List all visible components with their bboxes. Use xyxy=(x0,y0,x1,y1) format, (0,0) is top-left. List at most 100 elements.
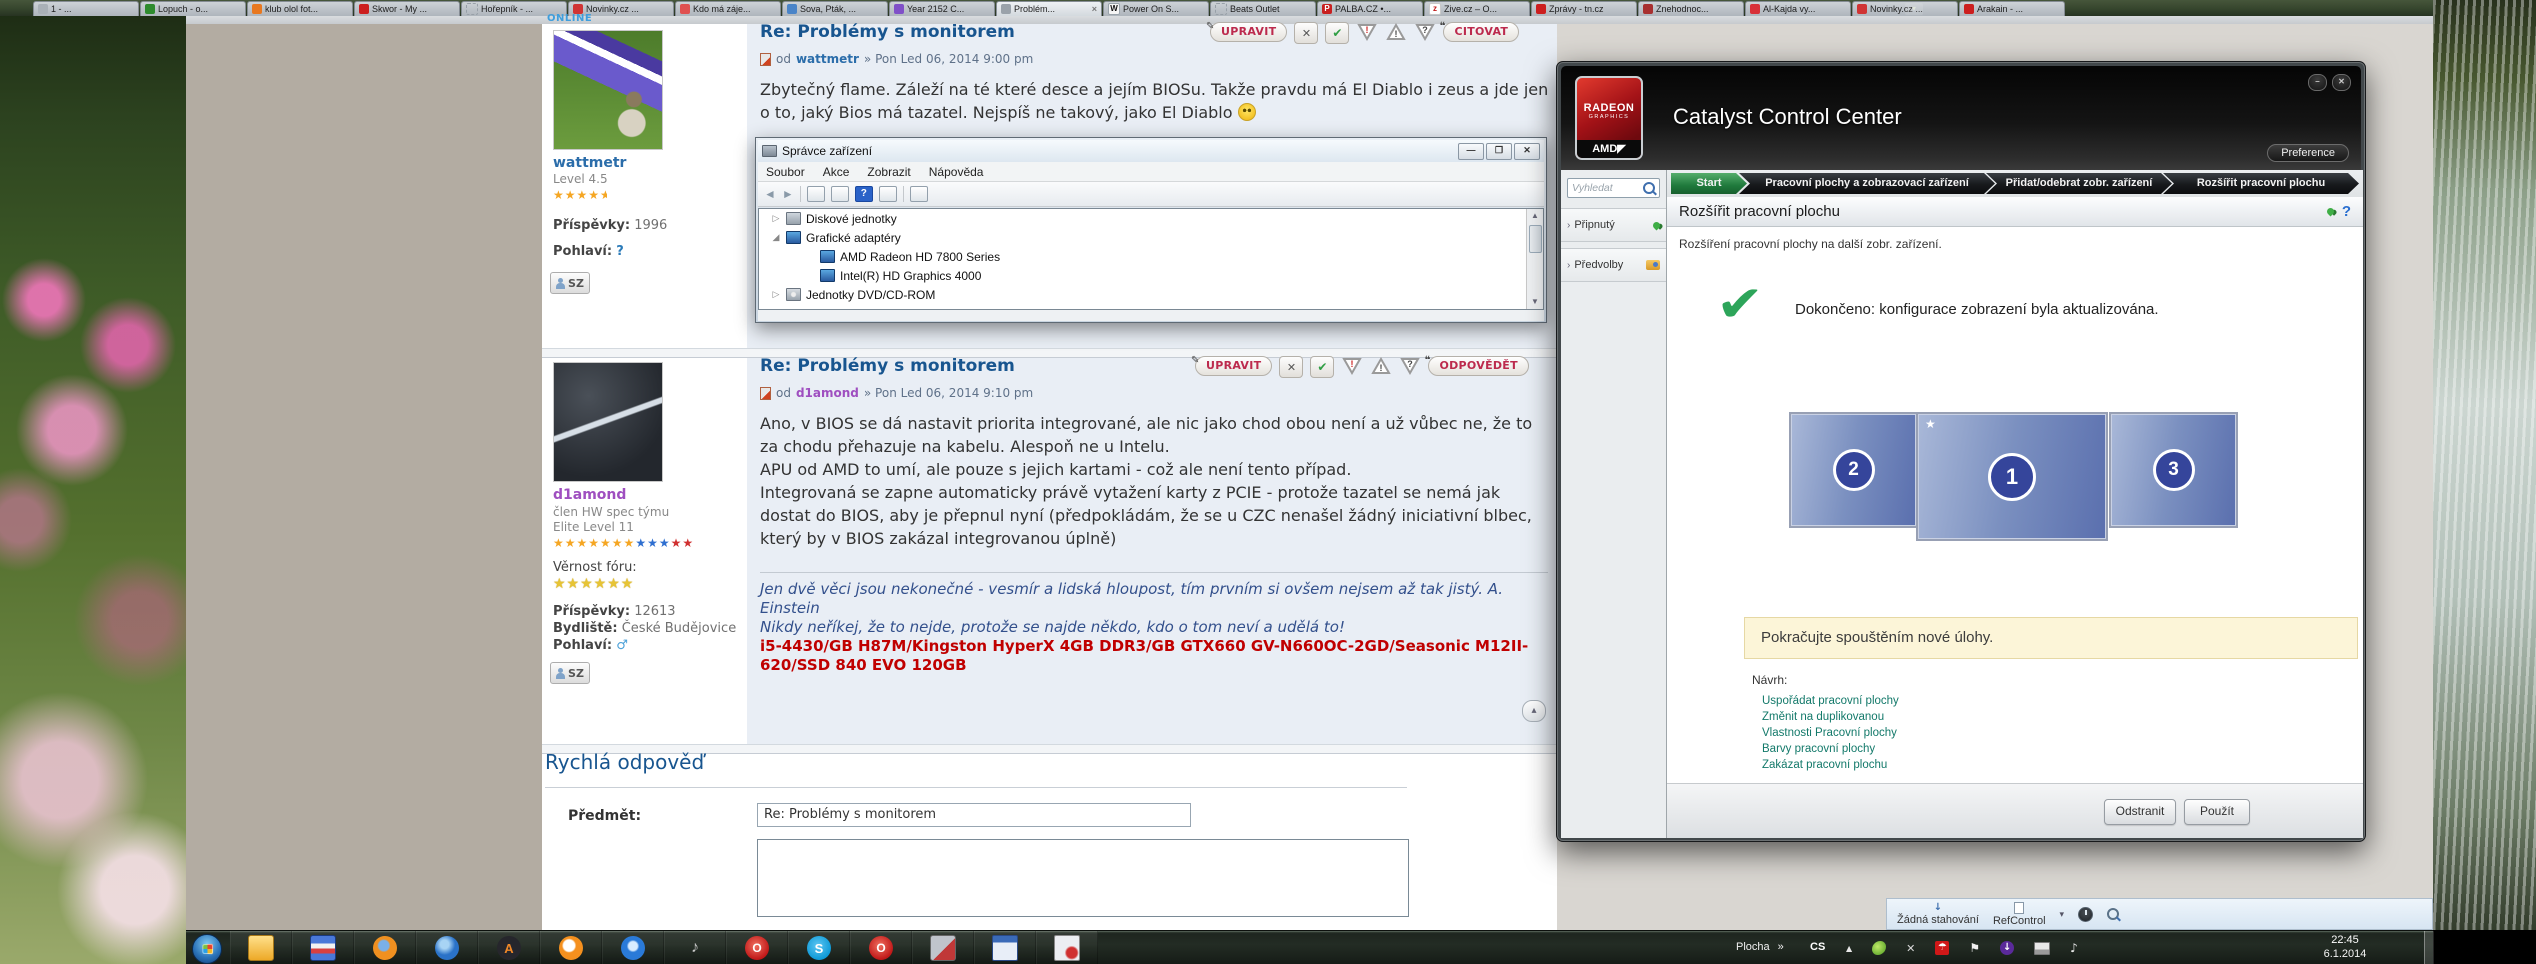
browser-tab[interactable]: 1 - ... xyxy=(33,1,139,16)
edit-button[interactable]: ✎ UPRAVIT xyxy=(1191,355,1273,376)
report-button[interactable]: ! xyxy=(1356,22,1378,42)
browser-tab[interactable]: Znehodnoc... xyxy=(1638,1,1744,16)
sidebar-item-presets[interactable]: › Předvolby xyxy=(1561,248,1666,282)
show-desktop-button[interactable] xyxy=(2424,931,2434,964)
question-button[interactable]: ? xyxy=(1414,22,1436,42)
approve-button[interactable]: ✔ xyxy=(1325,22,1350,44)
breadcrumb-start[interactable]: Start xyxy=(1671,173,1747,194)
reply-with-quote-button[interactable]: ❝ ODPOVĚDĚT xyxy=(1424,355,1529,376)
browser-tab[interactable]: Beats Outlet xyxy=(1210,1,1316,16)
hidden-icons-button[interactable]: ▲ xyxy=(1846,944,1852,953)
browser-tab[interactable]: Arakain - ... xyxy=(1959,1,2065,16)
leaf-icon[interactable] xyxy=(1872,941,1887,955)
suggestion-link[interactable]: Změnit na duplikovanou xyxy=(1762,711,1899,723)
action-center-flag-icon[interactable]: ⚑ xyxy=(1969,941,1980,955)
author-link[interactable]: wattmetr xyxy=(796,52,859,66)
power-addon-icon[interactable] xyxy=(2078,906,2094,922)
device-tree-row[interactable]: ◢ Grafické adaptéry xyxy=(759,228,1543,247)
warn-button[interactable]: ! xyxy=(1385,22,1407,42)
breadcrumb-desktops-displays[interactable]: Pracovní plochy a zobrazovací zařízení xyxy=(1739,173,1995,194)
ccc-header[interactable]: RADEON GRAPHICS AMD◤ Catalyst Control Ce… xyxy=(1561,66,2361,170)
menu-item[interactable]: Nápověda xyxy=(929,165,984,179)
breadcrumb-extend-desktop[interactable]: Rozšířit pracovní plochu xyxy=(2163,173,2359,194)
refcontrol-button[interactable]: RefControl xyxy=(1993,901,2046,927)
browser-tab[interactable]: P PALBA.CZ •... xyxy=(1317,1,1423,16)
browser-tab[interactable]: Problém... × xyxy=(996,1,1102,16)
management-console-icon[interactable] xyxy=(974,931,1036,964)
scrollbar-thumb[interactable] xyxy=(1529,225,1542,253)
total-commander-icon[interactable] xyxy=(292,931,354,964)
device-tree-row[interactable]: ▷ Diskové jednotky xyxy=(759,209,1543,228)
speaker-icon[interactable]: ♪ xyxy=(664,931,726,964)
chevron-down-icon[interactable]: ▾ xyxy=(2060,909,2065,920)
tab-close-icon[interactable]: × xyxy=(1092,4,1097,14)
device-tree-row[interactable]: Intel(R) HD Graphics 4000 xyxy=(759,266,1543,285)
close-button[interactable]: ✕ xyxy=(1514,142,1540,160)
x-tool-icon[interactable]: ✕ xyxy=(1906,942,1915,955)
remove-button[interactable]: Odstranit xyxy=(2104,799,2176,825)
suggestion-link[interactable]: Vlastnosti Pracovní plochy xyxy=(1762,727,1899,739)
browser-tab[interactable]: W Power On S... xyxy=(1103,1,1209,16)
opera2-icon[interactable]: O xyxy=(850,931,912,964)
author-link[interactable]: d1amond xyxy=(796,386,859,400)
browser-tab[interactable]: Year 2152 C... xyxy=(889,1,995,16)
expander-icon[interactable]: ▷ xyxy=(771,289,781,300)
console-tree-icon[interactable] xyxy=(806,186,825,202)
browser-tab[interactable]: Lopuch - o... xyxy=(140,1,246,16)
pin-icon[interactable] xyxy=(2325,206,2336,217)
thunderbird-icon[interactable] xyxy=(416,931,478,964)
hardware-tool-icon[interactable] xyxy=(912,931,974,964)
downloads-button[interactable]: ↓ Žádná stahování xyxy=(1897,902,1979,926)
gom-player-icon[interactable] xyxy=(540,931,602,964)
suggestion-link[interactable]: Zakázat pracovní plochu xyxy=(1762,759,1899,771)
volume-icon[interactable]: ♪ xyxy=(2070,941,2078,955)
private-message-button[interactable]: SZ xyxy=(550,662,590,684)
quick-reply-textarea[interactable] xyxy=(757,839,1409,917)
breadcrumb-add-remove-displays[interactable]: Přidat/odebrat zobr. zařízení xyxy=(1986,173,2172,194)
device-tree-row[interactable]: AMD Radeon HD 7800 Series xyxy=(759,247,1543,266)
approve-button[interactable]: ✔ xyxy=(1310,356,1335,378)
download-manager-icon[interactable]: ↓ xyxy=(2000,941,2015,955)
forward-icon[interactable]: ► xyxy=(782,187,794,201)
quote-button[interactable]: ❝ CITOVAT xyxy=(1439,21,1520,42)
skype-icon[interactable]: S xyxy=(788,931,850,964)
opera-icon[interactable]: O xyxy=(726,931,788,964)
sidebar-item-pinned[interactable]: › Připnutý xyxy=(1561,208,1666,242)
avira-icon[interactable]: ☂ xyxy=(1935,941,1950,955)
delete-button[interactable]: ✕ xyxy=(1294,22,1319,44)
device-manager-titlebar[interactable]: Správce zařízení — ❐ ✕ xyxy=(758,140,1544,162)
private-message-button[interactable]: SZ xyxy=(550,272,590,294)
language-indicator[interactable]: CS xyxy=(1810,941,1825,953)
scroll-to-top-button[interactable]: ▴ xyxy=(1522,700,1546,722)
minimize-button[interactable]: – xyxy=(2308,74,2327,91)
help-icon[interactable]: ? xyxy=(854,186,873,202)
explorer-icon[interactable] xyxy=(230,931,292,964)
post-title-link[interactable]: Re: Problémy s monitorem xyxy=(760,22,1015,42)
firefox-icon[interactable] xyxy=(354,931,416,964)
username-link[interactable]: wattmetr xyxy=(553,155,626,171)
monitor-3[interactable]: 3 xyxy=(2109,412,2238,528)
device-tree-row[interactable]: ▷ Jednotky DVD/CD-ROM xyxy=(759,285,1543,304)
start-button[interactable] xyxy=(192,934,222,964)
expander-icon[interactable]: ◢ xyxy=(771,232,781,243)
browser-tab[interactable]: Kdo má záje... xyxy=(675,1,781,16)
scroll-up-icon[interactable]: ▲ xyxy=(1527,209,1543,223)
subject-input[interactable] xyxy=(757,803,1191,827)
warn-button[interactable]: ! xyxy=(1370,356,1392,376)
search-input[interactable]: Vyhledat xyxy=(1567,178,1660,198)
update-driver-icon[interactable] xyxy=(878,186,897,202)
media-player-icon[interactable] xyxy=(602,931,664,964)
question-button[interactable]: ? xyxy=(1399,356,1421,376)
edit-button[interactable]: ✎ UPRAVIT xyxy=(1206,21,1288,42)
properties-icon[interactable] xyxy=(830,186,849,202)
scroll-down-icon[interactable]: ▼ xyxy=(1527,295,1543,309)
desktop-toolbar[interactable]: Plocha » xyxy=(1736,941,1784,953)
menu-item[interactable]: Soubor xyxy=(766,165,805,179)
report-button[interactable]: ! xyxy=(1341,356,1363,376)
aimp-icon[interactable]: A xyxy=(478,931,540,964)
browser-tab[interactable]: Al-Kajda vy... xyxy=(1745,1,1851,16)
scan-hardware-icon[interactable] xyxy=(909,186,928,202)
browser-tab[interactable]: Zprávy - tn.cz xyxy=(1531,1,1637,16)
suggestion-link[interactable]: Uspořádat pracovní plochy xyxy=(1762,695,1899,707)
suggestion-link[interactable]: Barvy pracovní plochy xyxy=(1762,743,1899,755)
